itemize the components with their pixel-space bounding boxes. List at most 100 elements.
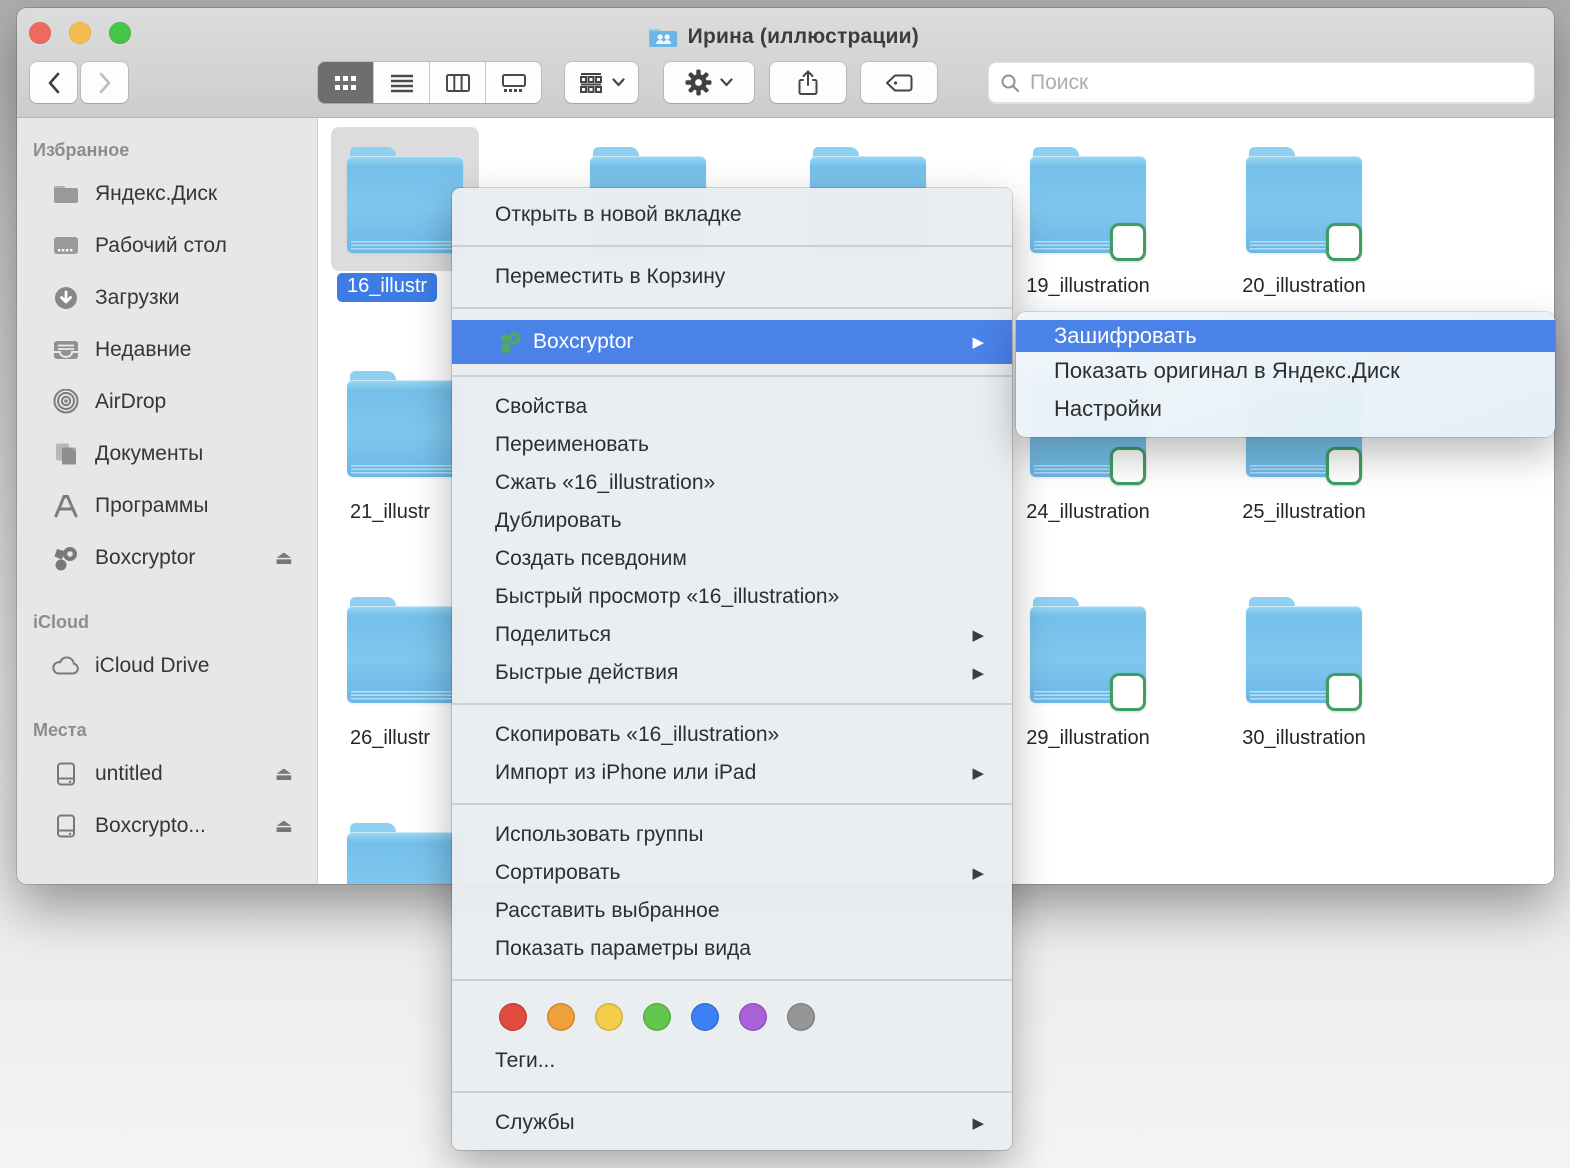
menu-item-дублировать[interactable]: Дублировать <box>452 502 1012 540</box>
menu-item-сортировать[interactable]: Сортировать ▶ <box>452 854 1012 892</box>
chevron-down-icon <box>612 78 625 87</box>
sidebar-item-label: Яндекс.Диск <box>95 182 218 205</box>
sidebar-item-untitled[interactable]: untitled ⏏ <box>17 748 317 800</box>
search-input[interactable] <box>1028 69 1523 96</box>
menu-item-boxcryptor[interactable]: Boxcryptor ▶ <box>452 320 1012 364</box>
menu-item-label: Использовать группы <box>495 823 704 846</box>
view-list-button[interactable] <box>374 62 430 103</box>
minimize-button[interactable] <box>69 22 91 44</box>
folder-16_illustr[interactable]: 16_illustr <box>319 127 505 302</box>
sidebar-item-документы[interactable]: Документы <box>17 428 317 480</box>
share-button[interactable] <box>770 62 846 103</box>
menu-item-переместить-в-корзину[interactable]: Переместить в Корзину <box>452 258 1012 296</box>
tag-color-dot[interactable] <box>739 1003 767 1031</box>
menu-item-быстрые-действия[interactable]: Быстрые действия ▶ <box>452 654 1012 692</box>
tag-color-dot[interactable] <box>787 1003 815 1031</box>
tag-color-dot[interactable] <box>547 1003 575 1031</box>
view-columns-button[interactable] <box>430 62 486 103</box>
sidebar-item-рабочий-стол[interactable]: Рабочий стол <box>17 220 317 272</box>
menu-item-label: Теги... <box>495 1049 556 1072</box>
documents-icon <box>50 440 82 468</box>
menu-item-label: Открыть в новой вкладке <box>495 203 742 226</box>
submenu-arrow-icon: ▶ <box>972 765 984 782</box>
forward-button[interactable] <box>81 62 128 103</box>
back-button[interactable] <box>30 62 77 103</box>
folder-20_illustration[interactable]: 20_illustration <box>1204 147 1404 297</box>
menu-item-использовать-группы[interactable]: Использовать группы <box>452 816 1012 854</box>
view-gallery-button[interactable] <box>486 62 541 103</box>
sidebar-section-header: Избранное <box>33 140 130 160</box>
applications-icon <box>50 492 82 520</box>
sidebar-item-загрузки[interactable]: Загрузки <box>17 272 317 324</box>
eject-icon[interactable]: ⏏ <box>275 763 293 786</box>
menu-item-расставить-выбранное[interactable]: Расставить выбранное <box>452 892 1012 930</box>
submenu-arrow-icon: ▶ <box>972 865 984 882</box>
folder-19_illustration[interactable]: 19_illustration <box>988 147 1188 297</box>
submenu-item-настройки[interactable]: Настройки <box>1016 390 1555 428</box>
tag-button[interactable] <box>861 62 937 103</box>
sidebar-section-gap <box>17 584 317 604</box>
menu-item-импорт-из-iphone-или-ipad[interactable]: Импорт из iPhone или iPad ▶ <box>452 754 1012 792</box>
submenu-item-показать-оригинал-в-яндекс-диск[interactable]: Показать оригинал в Яндекс.Диск <box>1016 352 1555 390</box>
menu-separator <box>452 979 1012 981</box>
tag-color-dot[interactable] <box>595 1003 623 1031</box>
tag-color-dot[interactable] <box>691 1003 719 1031</box>
sidebar-section-header: iCloud <box>33 612 89 632</box>
menu-item-быстрый-просмотр-16-illustration-[interactable]: Быстрый просмотр «16_illustration» <box>452 578 1012 616</box>
folder-untitled[interactable] <box>548 147 748 253</box>
boxcryptor-encrypted-badge <box>1326 447 1362 485</box>
tag-color-dot[interactable] <box>643 1003 671 1031</box>
boxcryptor-submenu: Зашифровать Показать оригинал в Яндекс.Ди… <box>1016 312 1555 437</box>
sidebar-item-boxcryptor[interactable]: Boxcryptor ⏏ <box>17 532 317 584</box>
action-gear-button[interactable] <box>664 62 754 103</box>
group-by-button[interactable] <box>565 62 638 103</box>
folder-label: 30_illustration <box>1242 727 1366 749</box>
submenu-item-зашифровать[interactable]: Зашифровать <box>1016 320 1555 352</box>
tag-color-row <box>452 992 1012 1042</box>
sidebar-item-label: Рабочий стол <box>95 234 227 257</box>
folder-untitled[interactable] <box>768 147 968 253</box>
folder-30_illustration[interactable]: 30_illustration <box>1204 597 1404 749</box>
menu-item-переименовать[interactable]: Переименовать <box>452 426 1012 464</box>
menu-item-поделиться[interactable]: Поделиться ▶ <box>452 616 1012 654</box>
boxcryptor-encrypted-badge <box>1326 223 1362 261</box>
sidebar-item-airdrop[interactable]: AirDrop <box>17 376 317 428</box>
zoom-button[interactable] <box>109 22 131 44</box>
close-button[interactable] <box>29 22 51 44</box>
menu-item-открыть-в-новой-вкладке[interactable]: Открыть в новой вкладке <box>452 196 1012 234</box>
boxcryptor-icon <box>50 544 82 572</box>
sidebar-item-boxcrypto-[interactable]: Boxcrypto... ⏏ <box>17 800 317 852</box>
menu-separator <box>452 1091 1012 1093</box>
menu-separator <box>452 245 1012 247</box>
desktop-icon <box>50 232 82 260</box>
menu-item-свойства[interactable]: Свойства <box>452 388 1012 426</box>
view-grid-button[interactable] <box>318 62 374 103</box>
menu-item-скопировать-16-illustration-[interactable]: Скопировать «16_illustration» <box>452 716 1012 754</box>
menu-item-создать-псевдоним[interactable]: Создать псевдоним <box>452 540 1012 578</box>
folder-icon <box>347 823 463 884</box>
menu-item-теги-[interactable]: Теги... <box>452 1042 1012 1080</box>
share-icon <box>798 70 818 95</box>
sidebar-section-gap <box>17 692 317 712</box>
eject-icon[interactable]: ⏏ <box>275 547 293 570</box>
submenu-arrow-icon: ▶ <box>972 334 984 351</box>
folder-29_illustration[interactable]: 29_illustration <box>988 597 1188 749</box>
menu-item-сжать-16-illustration-[interactable]: Сжать «16_illustration» <box>452 464 1012 502</box>
sidebar-item-label: Загрузки <box>95 286 180 309</box>
downloads-icon <box>50 284 82 312</box>
search-field[interactable] <box>988 62 1535 103</box>
menu-item-показать-параметры-вида[interactable]: Показать параметры вида <box>452 930 1012 968</box>
sidebar-item-программы[interactable]: Программы <box>17 480 317 532</box>
folder-label: 25_illustration <box>1242 501 1366 523</box>
sidebar-item-недавние[interactable]: Недавние <box>17 324 317 376</box>
tag-color-dot[interactable] <box>499 1003 527 1031</box>
folder-label: 20_illustration <box>1242 275 1366 297</box>
menu-item-службы[interactable]: Службы ▶ <box>452 1104 1012 1142</box>
drive-icon <box>50 812 82 840</box>
folder-label: 19_illustration <box>1026 275 1150 297</box>
submenu-item-label: Показать оригинал в Яндекс.Диск <box>1054 358 1400 383</box>
sidebar-item-icloud-drive[interactable]: iCloud Drive <box>17 640 317 692</box>
sidebar-item-яндекс-диск[interactable]: Яндекс.Диск <box>17 168 317 220</box>
eject-icon[interactable]: ⏏ <box>275 815 293 838</box>
group-by-icon <box>578 72 604 94</box>
